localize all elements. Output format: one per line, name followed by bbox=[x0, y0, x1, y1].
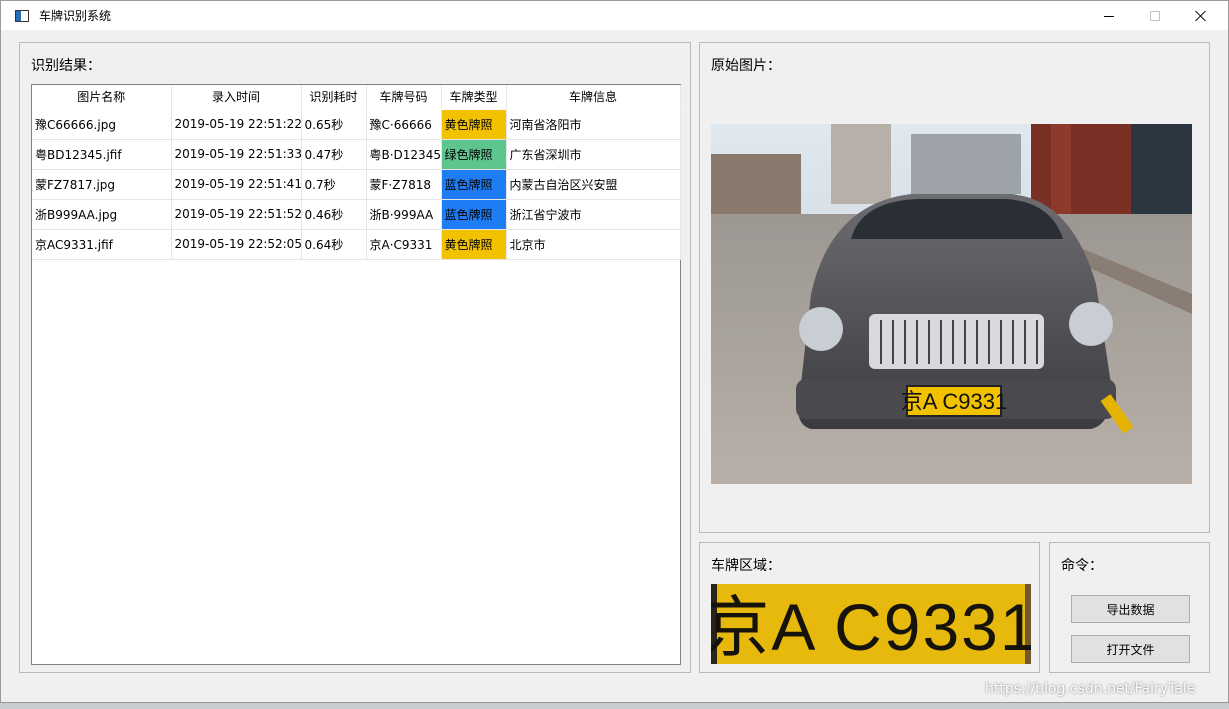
column-header-entry-time[interactable]: 录入时间 bbox=[171, 85, 302, 110]
table-header-row: 图片名称 录入时间 识别耗时 车牌号码 车牌类型 车牌信息 bbox=[32, 85, 681, 110]
table-row[interactable]: 豫C66666.jpg 2019-05-19 22:51:22 0.65秒 豫C·66… bbox=[32, 109, 681, 140]
original-image-title: 原始图片： bbox=[711, 58, 781, 74]
commands-title: 命令： bbox=[1061, 558, 1103, 574]
results-table[interactable]: 图片名称 录入时间 识别耗时 车牌号码 车牌类型 车牌信息 豫C66666.jp… bbox=[31, 84, 681, 665]
cell-elapsed[interactable]: 0.47秒 bbox=[301, 139, 367, 170]
cell-plate-number[interactable]: 京A·C9331 bbox=[366, 229, 442, 260]
app-icon bbox=[15, 9, 29, 22]
export-data-button[interactable]: 导出数据 bbox=[1071, 595, 1190, 623]
plate-crop-image: 京A C9331 bbox=[711, 584, 1031, 664]
cell-plate-type[interactable]: 黄色牌照 bbox=[441, 229, 507, 260]
cell-image-name[interactable]: 蒙FZ7817.jpg bbox=[32, 169, 172, 200]
table-row[interactable]: 浙B999AA.jpg 2019-05-19 22:51:52 0.46秒 浙B·99… bbox=[32, 199, 681, 230]
results-group: 识别结果： 图片名称 录入时间 识别耗时 车牌号码 车牌类型 车牌信息 豫C66… bbox=[19, 42, 691, 673]
cell-plate-number[interactable]: 浙B·999AA bbox=[366, 199, 442, 230]
cell-plate-number[interactable]: 粤B·D12345 bbox=[366, 139, 442, 170]
cell-elapsed[interactable]: 0.7秒 bbox=[301, 169, 367, 200]
cell-plate-type[interactable]: 绿色牌照 bbox=[441, 139, 507, 170]
column-header-image-name[interactable]: 图片名称 bbox=[32, 85, 172, 110]
watermark-text: https://blog.csdn.net/FairyTale bbox=[985, 681, 1196, 697]
maximize-button[interactable] bbox=[1132, 1, 1178, 31]
cell-image-name[interactable]: 粤BD12345.jfif bbox=[32, 139, 172, 170]
cell-entry-time[interactable]: 2019-05-19 22:51:41 bbox=[171, 169, 302, 200]
close-button[interactable] bbox=[1178, 1, 1224, 31]
cell-image-name[interactable]: 京AC9331.jfif bbox=[32, 229, 172, 260]
column-header-plate-info[interactable]: 车牌信息 bbox=[506, 85, 681, 110]
original-car-photo: 京A C9331 bbox=[711, 124, 1192, 484]
close-icon bbox=[1195, 10, 1207, 22]
cell-plate-number[interactable]: 蒙F·Z7818 bbox=[366, 169, 442, 200]
cell-entry-time[interactable]: 2019-05-19 22:52:05 bbox=[171, 229, 302, 260]
plate-region-title: 车牌区域： bbox=[711, 558, 781, 574]
cell-plate-info[interactable]: 北京市 bbox=[506, 229, 681, 260]
cell-elapsed[interactable]: 0.65秒 bbox=[301, 109, 367, 140]
commands-group: 命令： 导出数据 打开文件 bbox=[1049, 542, 1210, 673]
table-row[interactable]: 京AC9331.jfif 2019-05-19 22:52:05 0.64秒 京A·C… bbox=[32, 229, 681, 260]
table-row[interactable]: 粤BD12345.jfif 2019-05-19 22:51:33 0.47秒 粤B·… bbox=[32, 139, 681, 170]
cell-plate-info[interactable]: 浙江省宁波市 bbox=[506, 199, 681, 230]
column-header-plate-number[interactable]: 车牌号码 bbox=[366, 85, 442, 110]
cell-plate-type[interactable]: 黄色牌照 bbox=[441, 109, 507, 140]
minimize-button[interactable] bbox=[1086, 1, 1132, 31]
table-row[interactable]: 蒙FZ7817.jpg 2019-05-19 22:51:41 0.7秒 蒙F·Z78… bbox=[32, 169, 681, 200]
cell-image-name[interactable]: 浙B999AA.jpg bbox=[32, 199, 172, 230]
results-title: 识别结果： bbox=[31, 58, 101, 74]
cell-entry-time[interactable]: 2019-05-19 22:51:22 bbox=[171, 109, 302, 140]
cell-entry-time[interactable]: 2019-05-19 22:51:52 bbox=[171, 199, 302, 230]
open-file-button[interactable]: 打开文件 bbox=[1071, 635, 1190, 663]
cell-entry-time[interactable]: 2019-05-19 22:51:33 bbox=[171, 139, 302, 170]
cell-plate-info[interactable]: 河南省洛阳市 bbox=[506, 109, 681, 140]
plate-crop-text: 京A C9331 bbox=[711, 590, 1031, 664]
main-window: 车牌识别系统 识别结果： 图片名称 录入时间 识别耗时 车牌号码 车牌类型 车牌… bbox=[0, 0, 1229, 703]
minimize-icon bbox=[1104, 15, 1114, 17]
cell-plate-info[interactable]: 内蒙古自治区兴安盟 bbox=[506, 169, 681, 200]
cell-plate-type[interactable]: 蓝色牌照 bbox=[441, 169, 507, 200]
original-image-group: 原始图片： 京A C9331 bbox=[699, 42, 1210, 533]
cell-elapsed[interactable]: 0.64秒 bbox=[301, 229, 367, 260]
cell-elapsed[interactable]: 0.46秒 bbox=[301, 199, 367, 230]
cell-image-name[interactable]: 豫C66666.jpg bbox=[32, 109, 172, 140]
column-header-elapsed[interactable]: 识别耗时 bbox=[301, 85, 367, 110]
column-header-plate-type[interactable]: 车牌类型 bbox=[441, 85, 507, 110]
car-plate-text: 京A C9331 bbox=[901, 389, 1007, 414]
cell-plate-number[interactable]: 豫C·66666 bbox=[366, 109, 442, 140]
cell-plate-info[interactable]: 广东省深圳市 bbox=[506, 139, 681, 170]
window-title: 车牌识别系统 bbox=[39, 9, 112, 23]
title-bar[interactable]: 车牌识别系统 bbox=[1, 1, 1228, 31]
plate-region-group: 车牌区域： 京A C9331 bbox=[699, 542, 1040, 673]
maximize-icon bbox=[1150, 11, 1160, 21]
cell-plate-type[interactable]: 蓝色牌照 bbox=[441, 199, 507, 230]
